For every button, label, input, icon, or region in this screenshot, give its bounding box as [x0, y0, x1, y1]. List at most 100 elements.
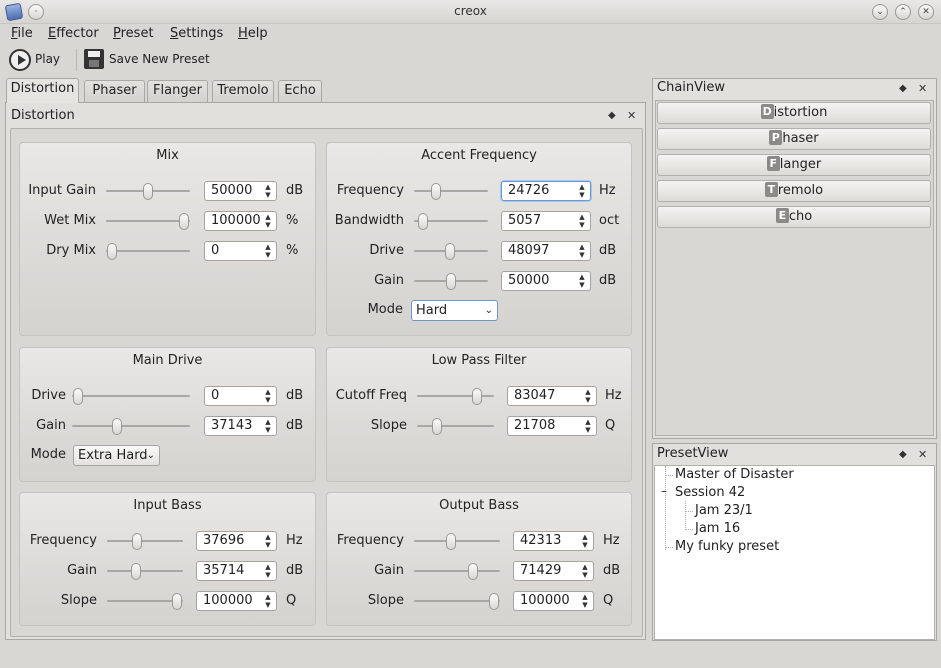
slider-handle[interactable] — [131, 563, 142, 580]
menu-effector[interactable]: Effector — [48, 26, 99, 41]
spin-arrows-icon[interactable]: ▲ ▼ — [263, 183, 273, 199]
preset-item[interactable]: Jam 23/1 — [695, 503, 753, 518]
accent-gain-slider[interactable] — [414, 271, 488, 291]
slider-handle[interactable] — [444, 243, 455, 260]
mix-dry-mix-spinbox[interactable]: 0 ▲ ▼ — [204, 241, 277, 261]
main-drive-drive-spinbox[interactable]: 0 ▲ ▼ — [204, 386, 277, 406]
minimize-button[interactable]: ⌄ — [872, 4, 888, 20]
slider-handle[interactable] — [132, 533, 143, 550]
slider-handle[interactable] — [73, 388, 83, 405]
input-bass-slope-spinbox[interactable]: 100000 ▲ ▼ — [196, 591, 277, 611]
float-icon[interactable]: ◆ — [899, 83, 907, 94]
accent-frequency-spinbox[interactable]: 24726 ▲ ▼ — [501, 181, 591, 201]
tab-tremolo[interactable]: Tremolo — [212, 80, 274, 102]
output-bass-gain-slider[interactable] — [414, 561, 500, 581]
chain-item-flanger[interactable]: Flanger — [657, 154, 931, 176]
preset-folder[interactable]: Session 42 — [675, 485, 745, 500]
maximize-button[interactable]: ⌃ — [895, 4, 911, 20]
output-bass-frequency-spinbox[interactable]: 42313 ▲ ▼ — [513, 531, 594, 551]
slider-handle[interactable] — [489, 593, 499, 610]
spin-arrows-icon[interactable]: ▲ ▼ — [577, 213, 587, 229]
spin-arrows-icon[interactable]: ▲ ▼ — [583, 388, 593, 404]
menu-preset[interactable]: Preset — [113, 26, 154, 41]
slider-handle[interactable] — [446, 273, 456, 290]
accent-drive-slider[interactable] — [414, 241, 488, 261]
slider-handle[interactable] — [107, 243, 117, 260]
tab-flanger[interactable]: Flanger — [147, 80, 208, 102]
spin-arrows-icon[interactable]: ▲ ▼ — [263, 213, 273, 229]
close-icon[interactable]: ✕ — [627, 109, 636, 122]
preset-item[interactable]: Master of Disaster — [675, 467, 794, 482]
lpf-slope-spinbox[interactable]: 21708 ▲ ▼ — [507, 416, 597, 436]
spin-arrows-icon[interactable]: ▲ ▼ — [263, 533, 273, 549]
save-new-preset-button[interactable]: Save New Preset — [109, 52, 210, 66]
spin-arrows-icon[interactable]: ▲ ▼ — [577, 273, 587, 289]
chain-item-tremolo[interactable]: Tremolo — [657, 180, 931, 202]
spin-arrows-icon[interactable]: ▲ ▼ — [583, 418, 593, 434]
lpf-cutoff-spinbox[interactable]: 83047 ▲ ▼ — [507, 386, 597, 406]
float-icon[interactable]: ◆ — [608, 110, 616, 121]
input-bass-gain-slider[interactable] — [107, 561, 183, 581]
output-bass-slope-slider[interactable] — [414, 591, 500, 611]
main-drive-mode-select[interactable]: Extra Hard ⌄ — [73, 445, 160, 466]
mix-input-gain-slider[interactable] — [106, 181, 190, 201]
accent-drive-spinbox[interactable]: 48097 ▲ ▼ — [501, 241, 591, 261]
slider-handle[interactable] — [112, 418, 123, 435]
accent-gain-spinbox[interactable]: 50000 ▲ ▼ — [501, 271, 591, 291]
slider-handle[interactable] — [172, 593, 182, 610]
close-icon[interactable]: ✕ — [918, 448, 927, 461]
mix-wet-mix-spinbox[interactable]: 100000 ▲ ▼ — [204, 211, 277, 231]
spin-arrows-icon[interactable]: ▲ ▼ — [577, 243, 587, 259]
lpf-slope-slider[interactable] — [417, 416, 494, 436]
spin-arrows-icon[interactable]: ▲ ▼ — [580, 593, 590, 609]
spin-arrows-icon[interactable]: ▲ ▼ — [263, 563, 273, 579]
spin-arrows-icon[interactable]: ▲ ▼ — [577, 183, 587, 199]
save-icon[interactable] — [84, 49, 104, 69]
main-drive-gain-spinbox[interactable]: 37143 ▲ ▼ — [204, 416, 277, 436]
chain-item-echo[interactable]: Echo — [657, 206, 931, 228]
float-icon[interactable]: ◆ — [899, 449, 907, 460]
slider-handle[interactable] — [418, 213, 429, 230]
accent-bandwidth-slider[interactable] — [414, 211, 488, 231]
chain-item-phaser[interactable]: Phaser — [657, 128, 931, 150]
preset-item[interactable]: My funky preset — [675, 539, 779, 554]
main-drive-drive-slider[interactable] — [72, 386, 190, 406]
accent-frequency-slider[interactable] — [414, 181, 488, 201]
accent-mode-select[interactable]: Hard ⌄ — [411, 300, 498, 321]
output-bass-gain-spinbox[interactable]: 71429 ▲ ▼ — [513, 561, 594, 581]
menu-settings[interactable]: Settings — [170, 26, 223, 41]
close-window-button[interactable]: ✕ — [918, 4, 934, 20]
input-bass-gain-spinbox[interactable]: 35714 ▲ ▼ — [196, 561, 277, 581]
mix-dry-mix-slider[interactable] — [106, 241, 190, 261]
slider-handle[interactable] — [430, 183, 441, 200]
menu-file[interactable]: File — [11, 26, 33, 41]
spin-arrows-icon[interactable]: ▲ ▼ — [580, 533, 590, 549]
spin-arrows-icon[interactable]: ▲ ▼ — [263, 418, 273, 434]
close-icon[interactable]: ✕ — [918, 82, 927, 95]
slider-handle[interactable] — [432, 418, 443, 435]
input-bass-frequency-slider[interactable] — [107, 531, 183, 551]
input-bass-frequency-spinbox[interactable]: 37696 ▲ ▼ — [196, 531, 277, 551]
slider-handle[interactable] — [143, 183, 153, 200]
preset-item[interactable]: Jam 16 — [695, 521, 740, 536]
menu-help[interactable]: Help — [238, 26, 268, 41]
spin-arrows-icon[interactable]: ▲ ▼ — [263, 243, 273, 259]
slider-handle[interactable] — [179, 213, 189, 230]
lpf-cutoff-slider[interactable] — [417, 386, 494, 406]
tab-echo[interactable]: Echo — [278, 80, 322, 102]
main-drive-gain-slider[interactable] — [72, 416, 190, 436]
spin-arrows-icon[interactable]: ▲ ▼ — [580, 563, 590, 579]
slider-handle[interactable] — [446, 533, 457, 550]
chain-item-distortion[interactable]: Distortion — [657, 102, 931, 124]
input-bass-slope-slider[interactable] — [107, 591, 183, 611]
mix-input-gain-spinbox[interactable]: 50000 ▲ ▼ — [204, 181, 277, 201]
spin-arrows-icon[interactable]: ▲ ▼ — [263, 388, 273, 404]
slider-handle[interactable] — [471, 388, 482, 405]
tab-distortion[interactable]: Distortion — [6, 78, 79, 103]
output-bass-slope-spinbox[interactable]: 100000 ▲ ▼ — [513, 591, 594, 611]
play-icon[interactable] — [9, 49, 31, 71]
collapse-icon[interactable]: – — [661, 484, 667, 498]
spin-arrows-icon[interactable]: ▲ ▼ — [263, 593, 273, 609]
output-bass-frequency-slider[interactable] — [414, 531, 500, 551]
tab-phaser[interactable]: Phaser — [84, 80, 145, 102]
